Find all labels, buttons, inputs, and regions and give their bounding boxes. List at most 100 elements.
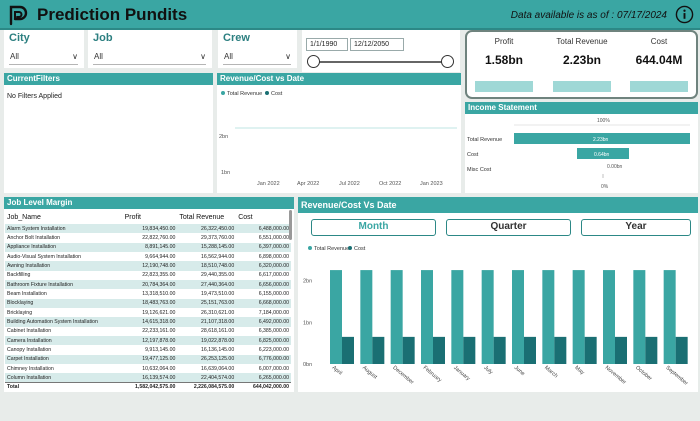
- start-date-input[interactable]: 1/1/1990: [306, 38, 348, 51]
- cost-bar-april[interactable]: [342, 336, 354, 364]
- table-row[interactable]: Bathroom Fixture Installation 20,784,364.…: [5, 279, 291, 290]
- revenue-bar-july[interactable]: [481, 270, 494, 364]
- revenue-bar-september[interactable]: [663, 270, 676, 364]
- job-name-cell: Canopy Installation: [7, 346, 52, 353]
- revenue-bar-february[interactable]: [421, 270, 433, 364]
- bar-x-tick-label: January: [452, 365, 471, 382]
- value-cell: 7,184,000.00: [258, 309, 289, 316]
- job-dropdown[interactable]: All ∨: [93, 50, 206, 65]
- waterfall-top-label: 100%: [597, 118, 610, 124]
- table-scrollbar[interactable]: [289, 210, 292, 240]
- revenue-bar-march[interactable]: [542, 270, 555, 364]
- value-cell: 6,776,000.00: [236, 354, 291, 364]
- cost-bar-march[interactable]: [554, 336, 567, 364]
- table-row[interactable]: Beam Installation 13,318,510.00 19,473,510…: [5, 289, 291, 298]
- cost-bar-september[interactable]: [675, 336, 688, 364]
- end-date-input[interactable]: 12/12/2050: [350, 38, 404, 51]
- value-cell: 18,510,748.00: [177, 261, 237, 271]
- cost-bar-may[interactable]: [584, 336, 597, 364]
- table-row[interactable]: Anchor Bolt Installation 22,822,760.00 29,…: [5, 233, 291, 242]
- bar-chart-canvas: Total Revenue Cost 2bn 1bn 0bn April August D…: [303, 246, 689, 387]
- table-row[interactable]: Building Automation System Installation 1…: [5, 317, 291, 327]
- revenue-bar-november[interactable]: [603, 270, 615, 364]
- cost-bar-october[interactable]: [645, 336, 658, 364]
- revenue-bar-december[interactable]: [390, 270, 403, 364]
- value-cell: 6,825,000.00: [236, 335, 291, 346]
- cost-bar-july[interactable]: [493, 336, 506, 364]
- waterfall-value-misc: 0.00bn: [607, 164, 623, 170]
- value-cell: 6,492,000.00: [236, 317, 291, 327]
- table-row[interactable]: Bricklaying 19,126,621.00 26,310,621.00 7,1…: [5, 308, 291, 317]
- job-slicer[interactable]: Job All ∨: [88, 30, 212, 68]
- bar-x-tick-label: April: [331, 365, 343, 377]
- header-bar: Prediction Pundits Data available is as …: [0, 0, 700, 30]
- waterfall-row-label-misc: Misc Cost: [467, 167, 492, 173]
- job-name-cell: Blocklaying: [5, 298, 123, 308]
- bar-x-tick-label: December: [391, 365, 414, 386]
- current-filters-text: No Filters Applied: [7, 93, 62, 100]
- city-slicer[interactable]: City All ∨: [4, 30, 84, 68]
- cost-bar-december[interactable]: [402, 336, 415, 364]
- value-cell: 22,822,760.00: [142, 234, 176, 241]
- profit-value: 1.58bn: [484, 53, 523, 67]
- date-slider-start-handle[interactable]: [307, 55, 320, 68]
- cost-bar-november[interactable]: [615, 336, 627, 364]
- crew-slicer-label: Crew: [223, 32, 250, 44]
- quarter-button[interactable]: Quarter: [446, 219, 571, 236]
- crew-slicer[interactable]: Crew All ∨: [218, 30, 297, 68]
- table-row[interactable]: Backfilling 22,823,355.00 29,440,355.00 6,6…: [5, 271, 291, 280]
- revenue-bar-january[interactable]: [451, 270, 464, 364]
- city-dropdown-value: All: [10, 52, 19, 61]
- revenue-bar-may[interactable]: [572, 270, 585, 364]
- bar-chart-title: Revenue/Cost Vs Date: [298, 197, 698, 213]
- revenue-bar-april[interactable]: [330, 270, 342, 364]
- table-row[interactable]: Cabinet Installation 22,233,161.00 28,618,…: [5, 327, 291, 336]
- table-row[interactable]: Canopy Installation 9,913,145.00 16,136,14…: [5, 345, 291, 354]
- revenue-bar-october[interactable]: [633, 270, 646, 364]
- job-name-cell: Chimney Installation: [7, 365, 54, 372]
- table-row[interactable]: Column Installation 16,139,574.00 22,404,5…: [5, 373, 291, 383]
- value-cell: 29,373,760.00: [201, 234, 235, 241]
- job-name-cell: Audio-Visual System Installation: [7, 253, 82, 260]
- column-header-profit[interactable]: Profit: [123, 210, 178, 224]
- table-row[interactable]: Chimney Installation 10,632,064.00 16,639,…: [5, 364, 291, 373]
- revenue-bar-august[interactable]: [360, 270, 373, 364]
- value-cell: 29,440,355.00: [201, 272, 235, 279]
- cost-bar-january[interactable]: [463, 336, 476, 364]
- cost-bar-june[interactable]: [524, 336, 536, 364]
- line-chart-canvas: Total Revenue Cost 2bn 1bn Jan 2022 Apr …: [219, 91, 457, 187]
- city-dropdown[interactable]: All ∨: [9, 50, 78, 65]
- table-row[interactable]: Audio-Visual System Installation 9,664,94…: [5, 252, 291, 261]
- profit-label: Profit: [494, 37, 514, 46]
- value-cell: 16,139,574.00: [122, 373, 178, 383]
- value-cell: 16,136,145.00: [201, 346, 235, 353]
- value-cell: 19,473,510.00: [201, 290, 235, 297]
- cost-bar-august[interactable]: [372, 336, 385, 364]
- column-header-total-revenue[interactable]: Total Revenue: [177, 210, 236, 224]
- revenue-bar-june[interactable]: [512, 270, 524, 364]
- column-header-job-name[interactable]: Job_Name: [5, 210, 123, 224]
- value-cell: 16,562,944.00: [201, 253, 235, 260]
- table-row[interactable]: Camera Installation 12,197,878.00 19,022,8…: [5, 335, 291, 346]
- waterfall-value-revenue: 2.23bn: [593, 137, 609, 143]
- info-icon[interactable]: [675, 5, 694, 24]
- table-row[interactable]: Alarm System Installation 19,834,450.00 26…: [5, 224, 291, 234]
- table-row[interactable]: Carpet Installation 19,477,125.00 26,253,1…: [5, 354, 291, 364]
- profit-bar: [475, 81, 533, 92]
- value-cell: 20,784,364.00: [122, 279, 178, 290]
- table-row[interactable]: Appliance Installation 8,891,145.00 15,288…: [5, 242, 291, 252]
- date-slider-end-handle[interactable]: [441, 55, 454, 68]
- cost-bar-february[interactable]: [433, 336, 445, 364]
- job-name-cell: Beam Installation: [7, 290, 47, 297]
- date-slider-track[interactable]: [314, 61, 448, 63]
- column-header-cost[interactable]: Cost: [236, 210, 291, 224]
- month-button[interactable]: Month: [311, 219, 436, 236]
- value-cell: 6,155,000.00: [258, 290, 289, 297]
- legend-cost-label: Cost: [271, 91, 283, 97]
- year-button[interactable]: Year: [581, 219, 691, 236]
- table-row[interactable]: Blocklaying 18,483,763.00 25,151,763.00 6,6…: [5, 298, 291, 308]
- table-row[interactable]: Awning Installation 12,190,748.00 18,510,7…: [5, 261, 291, 271]
- cost-card: Cost 644.04M: [622, 32, 696, 96]
- value-cell: 12,197,878.00: [122, 335, 178, 346]
- crew-dropdown[interactable]: All ∨: [223, 50, 291, 65]
